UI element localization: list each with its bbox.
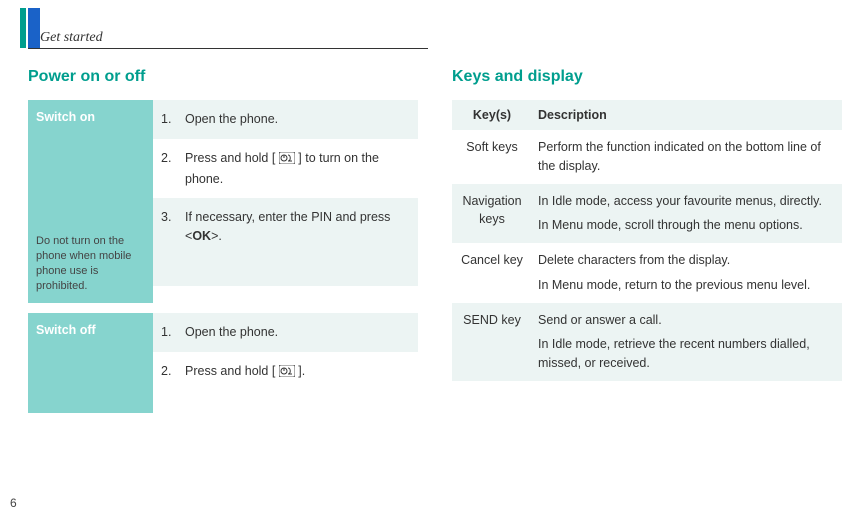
step-text-after: >. xyxy=(211,229,222,243)
list-item: 1. Open the phone. xyxy=(153,313,418,352)
desc-cell: Send or answer a call. In Idle mode, ret… xyxy=(532,303,842,381)
header-rule xyxy=(28,48,428,49)
power-end-icon xyxy=(279,151,295,170)
switch-on-label: Switch on xyxy=(36,110,95,124)
switch-off-label: Switch off xyxy=(36,323,96,337)
page-number: 6 xyxy=(10,496,17,510)
switch-off-steps: 1. Open the phone. 2. Press and hold [ xyxy=(153,313,418,413)
desc-line: Send or answer a call. xyxy=(538,311,836,330)
section-title-power: Power on or off xyxy=(28,68,418,86)
list-item: 1. Open the phone. xyxy=(153,100,418,139)
key-cell: Cancel key xyxy=(452,243,532,303)
step-text: Press and hold [ ]. xyxy=(185,362,305,383)
step-number: 2. xyxy=(161,362,179,383)
step-text: Open the phone. xyxy=(185,110,278,129)
header-accent-bars xyxy=(20,8,40,44)
desc-cell: In Idle mode, access your favourite menu… xyxy=(532,184,842,244)
accent-bar-blue xyxy=(28,8,40,48)
desc-line: In Menu mode, scroll through the menu op… xyxy=(538,216,836,235)
switch-off-label-cell: Switch off xyxy=(28,313,153,413)
table-row: Cancel key Delete characters from the di… xyxy=(452,243,842,303)
step-number: 1. xyxy=(161,323,179,342)
list-item: 2. Press and hold [ xyxy=(153,139,418,199)
step-number: 2. xyxy=(161,149,179,189)
page-header: Get started xyxy=(0,0,855,50)
desc-line: In Menu mode, return to the previous men… xyxy=(538,276,836,295)
switch-on-block: Switch on Do not turn on the phone when … xyxy=(28,100,418,303)
table-row: SEND key Send or answer a call. In Idle … xyxy=(452,303,842,381)
table-header-keys: Key(s) xyxy=(452,100,532,130)
step-text: Press and hold [ ] to tur xyxy=(185,149,406,189)
keys-table: Key(s) Description Soft keys Perform the… xyxy=(452,100,842,381)
desc-line: Delete characters from the display. xyxy=(538,251,836,270)
switch-on-steps: 1. Open the phone. 2. Press and hold [ xyxy=(153,100,418,303)
list-item: 2. Press and hold [ xyxy=(153,352,418,413)
content-columns: Power on or off Switch on Do not turn on… xyxy=(0,50,855,423)
running-title: Get started xyxy=(40,30,103,46)
step-text-before: Press and hold [ xyxy=(185,151,279,165)
switch-on-note: Do not turn on the phone when mobile pho… xyxy=(36,234,145,293)
step-text-after: ]. xyxy=(298,364,305,378)
desc-cell: Delete characters from the display. In M… xyxy=(532,243,842,303)
table-row: Soft keys Perform the function indicated… xyxy=(452,130,842,184)
desc-line: In Idle mode, access your favourite menu… xyxy=(538,192,836,211)
key-cell: Navigation keys xyxy=(452,184,532,244)
list-item: 3. If necessary, enter the PIN and press… xyxy=(153,198,418,286)
key-cell: Soft keys xyxy=(452,130,532,184)
ok-bold: OK xyxy=(192,229,211,243)
table-header-desc: Description xyxy=(532,100,842,130)
switch-on-label-cell: Switch on Do not turn on the phone when … xyxy=(28,100,153,303)
power-end-icon xyxy=(279,364,295,383)
right-column: Keys and display Key(s) Description Soft… xyxy=(452,68,842,423)
accent-bar-green xyxy=(20,8,26,48)
step-text: Open the phone. xyxy=(185,323,278,342)
step-text-before: Press and hold [ xyxy=(185,364,279,378)
desc-cell: Perform the function indicated on the bo… xyxy=(532,130,842,184)
key-cell: SEND key xyxy=(452,303,532,381)
table-row: Navigation keys In Idle mode, access you… xyxy=(452,184,842,244)
step-number: 1. xyxy=(161,110,179,129)
table-header-row: Key(s) Description xyxy=(452,100,842,130)
section-title-keys: Keys and display xyxy=(452,68,842,86)
document-page: Get started Power on or off Switch on Do… xyxy=(0,0,855,520)
step-text: If necessary, enter the PIN and press <O… xyxy=(185,208,406,246)
switch-off-block: Switch off 1. Open the phone. 2. Press a… xyxy=(28,313,418,413)
step-number: 3. xyxy=(161,208,179,246)
left-column: Power on or off Switch on Do not turn on… xyxy=(28,68,418,423)
desc-line: In Idle mode, retrieve the recent number… xyxy=(538,335,836,373)
